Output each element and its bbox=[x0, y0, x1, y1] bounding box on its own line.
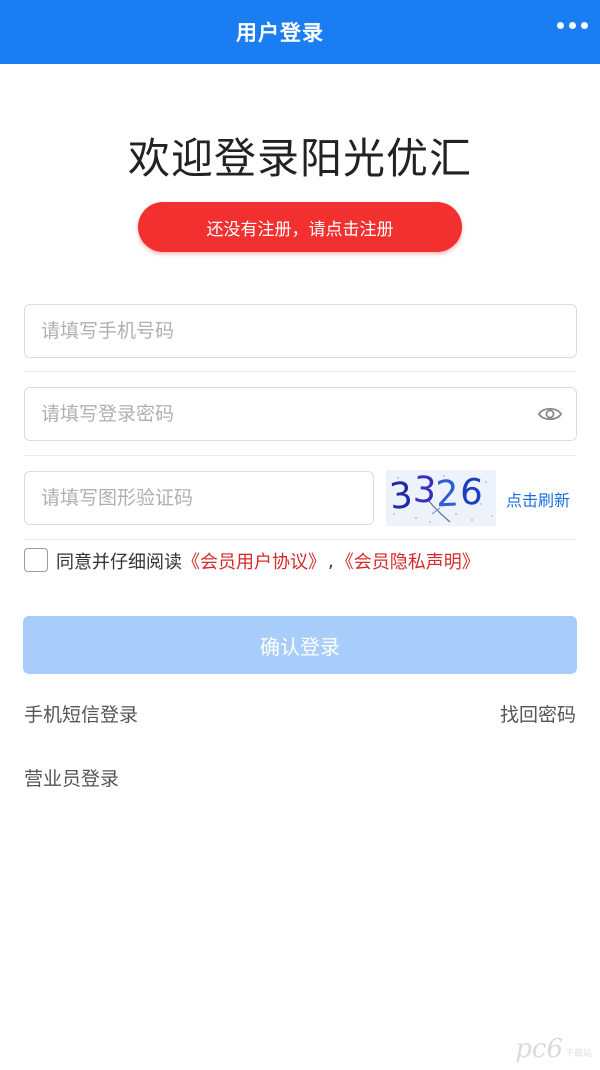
captcha-input[interactable] bbox=[25, 472, 373, 524]
dot bbox=[581, 22, 588, 29]
user-agreement-link[interactable]: 《会员用户协议》 bbox=[182, 548, 326, 574]
agreement-row: 同意并仔细阅读 《会员用户协议》 , 《会员隐私声明》 bbox=[56, 548, 480, 574]
dot bbox=[569, 22, 576, 29]
register-button[interactable]: 还没有注册，请点击注册 bbox=[138, 202, 462, 252]
divider bbox=[24, 371, 576, 372]
welcome-heading: 欢迎登录阳光优汇 bbox=[127, 134, 472, 183]
app-header: 用户登录 bbox=[0, 0, 600, 64]
agree-checkbox[interactable] bbox=[24, 548, 48, 572]
svg-text:3: 3 bbox=[388, 475, 415, 518]
refresh-captcha-link[interactable]: 点击刷新 bbox=[506, 487, 570, 511]
phone-input[interactable] bbox=[25, 305, 576, 357]
more-dots-icon[interactable] bbox=[557, 22, 588, 29]
watermark-logo: pc6 bbox=[515, 1034, 563, 1064]
password-field bbox=[24, 387, 577, 441]
svg-text:2: 2 bbox=[435, 473, 460, 515]
captcha-code: 3 3 2 6 bbox=[388, 470, 485, 518]
login-screen: 用户登录 欢迎登录阳光优汇 还没有注册，请点击注册 请填写手机号码 请填写图形验… bbox=[0, 0, 600, 1070]
divider bbox=[24, 539, 576, 540]
eye-icon[interactable] bbox=[538, 404, 562, 424]
divider bbox=[24, 455, 576, 456]
svg-text:6: 6 bbox=[458, 471, 484, 514]
watermark: pc6 下载站 bbox=[515, 1034, 592, 1064]
dot bbox=[557, 22, 564, 29]
watermark-sub: 下载站 bbox=[564, 1048, 592, 1059]
password-input[interactable] bbox=[25, 388, 576, 440]
sms-login-link[interactable]: 手机短信登录 bbox=[24, 700, 138, 727]
confirm-login-button[interactable]: 确认登录 bbox=[23, 616, 577, 674]
captcha-field bbox=[24, 471, 374, 525]
svg-text:3: 3 bbox=[412, 470, 438, 512]
find-password-link[interactable]: 找回密码 bbox=[500, 700, 576, 727]
staff-login-link[interactable]: 营业员登录 bbox=[24, 764, 119, 791]
phone-field bbox=[24, 304, 577, 358]
agreement-text: 同意并仔细阅读 bbox=[56, 552, 182, 573]
captcha-image[interactable]: 3 3 2 6 bbox=[386, 470, 496, 526]
page-title: 用户登录 bbox=[236, 21, 324, 45]
agreement-separator: , bbox=[328, 550, 334, 572]
privacy-statement-link[interactable]: 《会员隐私声明》 bbox=[336, 548, 480, 574]
